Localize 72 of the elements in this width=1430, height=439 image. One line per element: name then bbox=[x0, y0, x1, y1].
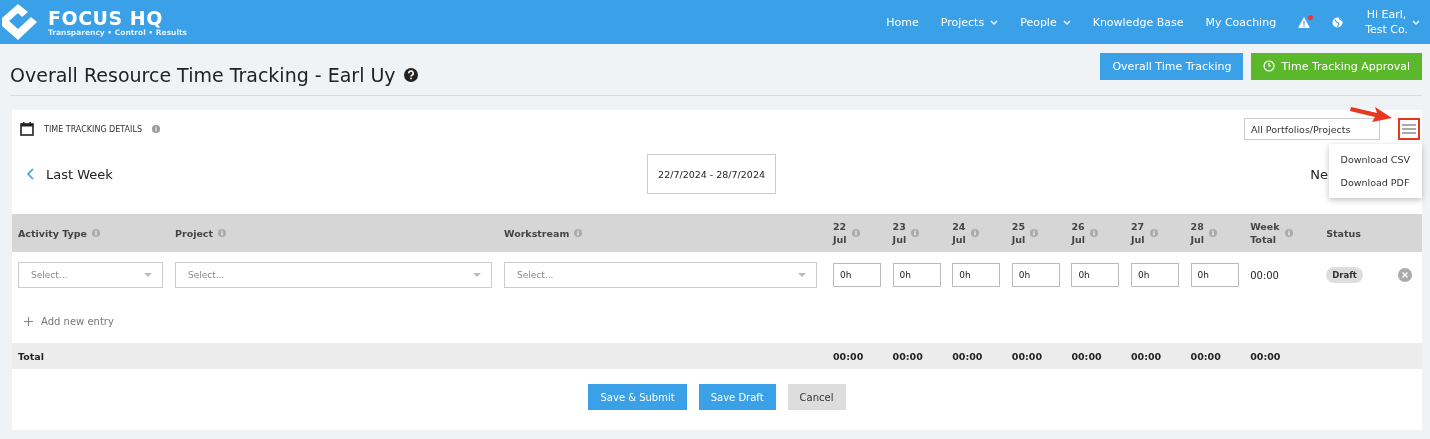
total-value: 00:00 bbox=[1190, 350, 1222, 362]
chevron-down-icon bbox=[990, 19, 999, 25]
select-field[interactable]: Select... bbox=[175, 262, 492, 288]
next-week-label[interactable]: Ne bbox=[1310, 166, 1328, 182]
select-field[interactable]: Select... bbox=[504, 262, 817, 288]
globe-icon[interactable] bbox=[1332, 16, 1344, 28]
menu-icon bbox=[1402, 124, 1416, 134]
chevron-down-icon bbox=[1062, 19, 1071, 25]
help-icon[interactable] bbox=[403, 68, 418, 82]
column-header: Workstream bbox=[504, 226, 833, 240]
hours-input[interactable]: 0h bbox=[892, 263, 941, 287]
info-icon bbox=[1089, 229, 1098, 237]
column-header: 26 Jul bbox=[1071, 220, 1131, 246]
column-header: Project bbox=[175, 226, 504, 240]
date-range-field[interactable]: 22/7/2024 - 28/7/2024 bbox=[647, 154, 777, 194]
page-title: Overall Resource Time Tracking - Earl Uy bbox=[10, 64, 396, 86]
info-icon bbox=[218, 229, 227, 237]
plus-icon bbox=[24, 317, 33, 326]
hours-input[interactable]: 0h bbox=[1190, 263, 1239, 287]
menu-item[interactable]: Download PDF bbox=[1328, 171, 1422, 194]
form-button[interactable]: Cancel bbox=[787, 384, 846, 410]
status-badge: Draft bbox=[1326, 267, 1363, 283]
info-icon bbox=[92, 229, 101, 237]
total-value: 00:00 bbox=[1011, 350, 1044, 362]
menu-button[interactable] bbox=[1398, 118, 1420, 140]
info-icon bbox=[1030, 229, 1039, 237]
column-header: Week Total bbox=[1250, 220, 1327, 246]
caret-icon bbox=[473, 273, 481, 277]
chevron-left-icon bbox=[26, 168, 34, 180]
total-value: 00:00 bbox=[1250, 350, 1282, 362]
info-icon bbox=[851, 229, 860, 237]
hours-input[interactable]: 0h bbox=[1130, 263, 1179, 287]
calendar-icon bbox=[20, 122, 34, 136]
total-value: 00:00 bbox=[892, 350, 924, 362]
total-value: 00:00 bbox=[952, 350, 984, 362]
brand-name: FOCUS HQ bbox=[48, 7, 163, 28]
total-value: 00:00 bbox=[1071, 350, 1103, 362]
total-value: 00:00 bbox=[833, 350, 865, 362]
column-header: 22 Jul bbox=[833, 220, 893, 246]
select-field[interactable]: Select... bbox=[18, 262, 163, 288]
caret-icon bbox=[144, 273, 152, 277]
column-header: Activity Type bbox=[18, 226, 175, 240]
hours-input[interactable]: 0h bbox=[1071, 263, 1120, 287]
column-header: Status bbox=[1326, 226, 1362, 240]
card-title: TIME TRACKING DETAILS bbox=[44, 124, 142, 134]
caret-icon bbox=[798, 273, 806, 277]
hours-input[interactable]: 0h bbox=[833, 263, 881, 287]
total-label: Total bbox=[18, 350, 45, 362]
column-header: 23 Jul bbox=[892, 220, 953, 246]
info-icon bbox=[911, 229, 920, 237]
hours-input[interactable]: 0h bbox=[952, 263, 1001, 287]
week-total: 00:00 bbox=[1250, 269, 1280, 281]
column-header: 24 Jul bbox=[952, 220, 1012, 246]
column-header: 25 Jul bbox=[1011, 220, 1072, 246]
remove-icon[interactable] bbox=[1398, 268, 1413, 282]
menu-item[interactable]: Download CSV bbox=[1328, 148, 1422, 171]
info-icon bbox=[151, 125, 160, 133]
chevron-down-icon bbox=[1412, 19, 1420, 25]
info-icon bbox=[1284, 229, 1293, 237]
column-header: 28 Jul bbox=[1190, 220, 1251, 246]
column-header: 27 Jul bbox=[1130, 220, 1191, 246]
hours-input[interactable]: 0h bbox=[1011, 263, 1060, 287]
info-icon bbox=[1209, 229, 1218, 237]
alert-icon[interactable] bbox=[1298, 16, 1311, 28]
info-icon bbox=[970, 229, 979, 237]
info-icon bbox=[1149, 229, 1158, 237]
clock-icon bbox=[1263, 60, 1276, 72]
total-value: 00:00 bbox=[1130, 350, 1163, 362]
filter-select[interactable]: All Portfolios/Projects bbox=[1244, 118, 1380, 140]
add-entry-button[interactable]: Add new entry bbox=[12, 298, 126, 343]
previous-week-button[interactable]: Last Week bbox=[26, 166, 113, 182]
info-icon bbox=[574, 229, 583, 237]
